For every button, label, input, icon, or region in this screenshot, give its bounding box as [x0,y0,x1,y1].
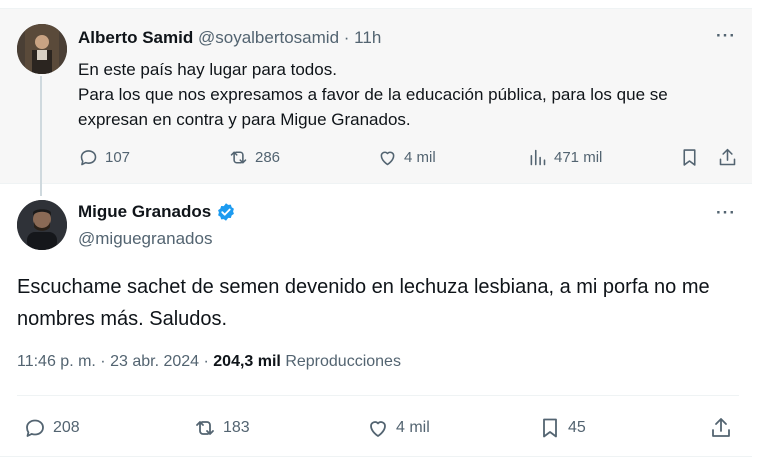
views-count: 204,3 mil [213,353,281,370]
main-author-handle[interactable]: @miguegranados [78,229,212,249]
main-author-name-row: Migue Granados [78,202,236,222]
repost-button[interactable]: 183 [193,416,250,440]
bookmark-icon [543,418,557,438]
parent-tweet-line: En este país hay lugar para todos. [78,60,337,79]
reply-count: 107 [105,149,131,166]
heart-icon [380,151,395,166]
parent-author-handle[interactable]: @soyalbertosamid [198,28,339,47]
analytics-icon [530,149,546,166]
more-options-icon[interactable]: ··· [716,203,736,223]
parent-tweet-text: En este país hay lugar para todos. Para … [78,57,738,132]
avatar-migue-granados[interactable] [17,200,67,250]
repost-count: 286 [255,149,281,166]
bookmark-count: 45 [568,419,586,436]
like-button[interactable]: 4 mil [377,147,436,168]
bookmark-icon [683,149,696,166]
bookmark-button[interactable]: 45 [538,416,586,440]
tweet-timestamp[interactable]: 11:46 p. m. · 23 abr. 2024 · [17,353,213,370]
reply-icon [80,150,97,166]
reply-button[interactable]: 208 [23,416,80,440]
reply-count: 208 [53,419,80,436]
parent-author-name[interactable]: Alberto Samid [78,28,193,47]
divider [17,395,739,396]
views-label: Reproducciones [280,353,401,370]
main-tweet-text: Escuchame sachet de semen devenido en le… [17,276,710,330]
repost-count: 183 [223,419,250,436]
like-count: 4 mil [404,149,436,166]
more-options-icon[interactable]: ··· [716,26,736,46]
thread-connector-line [40,76,42,196]
heart-icon [370,421,386,437]
tweet-metadata: 11:46 p. m. · 23 abr. 2024 · 204,3 mil R… [17,353,401,371]
main-author-name[interactable]: Migue Granados [78,202,211,222]
repost-icon [196,421,214,435]
view-count: 471 mil [554,149,603,166]
views-button[interactable]: 471 mil [527,147,602,168]
parent-tweet-header: Alberto Samid @soyalbertosamid · 11h [78,28,381,48]
share-button[interactable] [709,416,733,440]
like-button[interactable]: 4 mil [366,416,430,440]
bookmark-button[interactable] [679,147,700,168]
repost-button[interactable]: 286 [228,147,280,168]
repost-icon [230,151,247,164]
parent-tweet-line: Para los que nos expresamos a favor de l… [78,85,668,129]
verified-badge-icon[interactable] [216,202,236,222]
parent-tweet-time[interactable]: 11h [354,28,381,47]
divider [0,456,752,457]
like-count: 4 mil [396,419,430,436]
meta-separator: · [343,28,350,47]
reply-icon [26,419,44,437]
share-icon [719,148,736,166]
avatar-alberto-samid[interactable] [17,24,67,74]
reply-button[interactable]: 107 [78,147,130,168]
share-button[interactable] [717,147,738,168]
share-icon [712,418,730,437]
